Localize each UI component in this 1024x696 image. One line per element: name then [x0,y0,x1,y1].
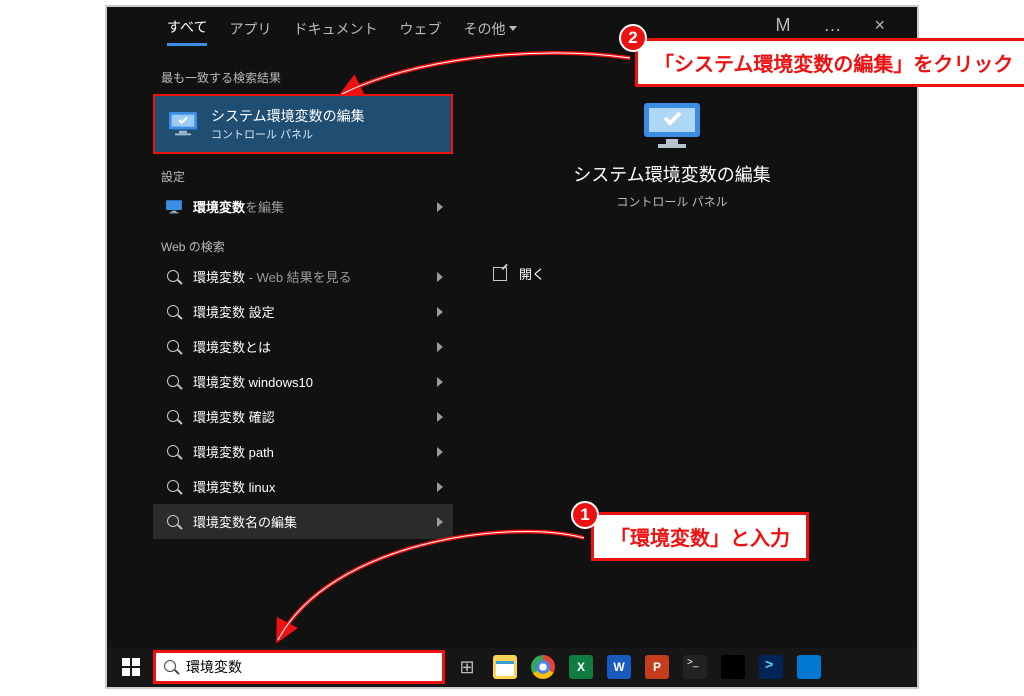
tab-more[interactable]: その他 [463,19,517,45]
search-input[interactable] [186,659,434,675]
best-match-subtitle: コントロール パネル [211,126,365,142]
preview-title: システム環境変数の編集 [487,161,857,187]
windows-logo-icon [122,658,140,676]
annotation-badge-1: 1 [571,501,599,529]
web-result-label: 環境変数とは [185,337,437,356]
monitor-check-icon [640,101,704,151]
tab-apps[interactable]: アプリ [229,19,271,45]
chevron-right-icon [437,412,443,422]
tab-web[interactable]: ウェブ [399,19,441,45]
web-result-label: 環境変数 確認 [185,407,437,426]
taskbar-app-explorer[interactable] [489,651,521,683]
search-icon [163,410,185,424]
chevron-down-icon [509,26,517,31]
taskbar-search-box[interactable] [153,650,445,684]
window-system-icons: M … × [775,15,899,36]
web-result-label: 環境変数 設定 [185,302,437,321]
taskbar-app-terminal[interactable] [679,651,711,683]
open-icon [493,267,507,281]
web-result-label: 環境変数 linux [185,477,437,496]
taskbar-app-calc[interactable] [793,651,825,683]
chevron-right-icon [437,517,443,527]
web-result-label: 環境変数 windows10 [185,372,437,391]
search-icon [163,270,185,284]
result-preview-pane: システム環境変数の編集 コントロール パネル 開く [487,87,857,283]
search-icon [163,445,185,459]
search-icon [163,305,185,319]
chevron-right-icon [437,342,443,352]
web-result-label: 環境変数 path [185,442,437,461]
web-result-label: 環境変数名の編集 [185,512,437,531]
tab-more-label: その他 [463,19,505,39]
web-result[interactable]: 環境変数 設定 [153,294,453,329]
settings-result[interactable]: 環境変数を編集 [153,189,453,224]
chevron-right-icon [437,482,443,492]
annotation-badge-2: 2 [619,24,647,52]
preview-subtitle: コントロール パネル [487,193,857,210]
monitor-icon [163,199,185,215]
search-icon [163,480,185,494]
web-result[interactable]: 環境変数 windows10 [153,364,453,399]
taskbar-app-powerpoint[interactable]: P [641,651,673,683]
search-icon [164,660,178,674]
chevron-right-icon [437,307,443,317]
tab-all[interactable]: すべて [167,17,207,46]
tab-documents[interactable]: ドキュメント [293,19,377,45]
best-match-result[interactable]: システム環境変数の編集 コントロール パネル [153,94,453,154]
chevron-right-icon [437,272,443,282]
taskbar-app-vm[interactable] [717,651,749,683]
web-result[interactable]: 環境変数 path [153,434,453,469]
web-result[interactable]: 環境変数 linux [153,469,453,504]
settings-result-label: 環境変数を編集 [185,197,437,216]
web-result[interactable]: 環境変数とは [153,329,453,364]
taskbar: ⊞ X W P [107,647,917,687]
search-icon [163,340,185,354]
search-icon [163,375,185,389]
task-view-button[interactable]: ⊞ [451,651,483,683]
taskbar-app-powershell[interactable] [755,651,787,683]
preview-open-label: 開く [519,264,545,283]
chevron-right-icon [437,447,443,457]
taskbar-app-word[interactable]: W [603,651,635,683]
taskbar-app-chrome[interactable] [527,651,559,683]
annotation-callout-2: 「システム環境変数の編集」をクリック [635,38,1024,87]
web-result[interactable]: 環境変数名の編集 [153,504,453,539]
web-result[interactable]: 環境変数 - Web 結果を見る [153,259,453,294]
taskbar-app-excel[interactable]: X [565,651,597,683]
start-button[interactable] [115,651,147,683]
monitor-check-icon [167,108,199,140]
search-icon [163,515,185,529]
chevron-right-icon [437,377,443,387]
chevron-right-icon [437,202,443,212]
annotation-callout-1: 「環境変数」と入力 [591,512,809,561]
web-result-label: 環境変数 - Web 結果を見る [185,267,437,286]
web-result[interactable]: 環境変数 確認 [153,399,453,434]
best-match-title: システム環境変数の編集 [211,106,365,126]
windows-search-panel: すべて アプリ ドキュメント ウェブ その他 M … × 最も一致する検索結果 … [105,5,919,689]
preview-open-action[interactable]: 開く [487,264,857,283]
